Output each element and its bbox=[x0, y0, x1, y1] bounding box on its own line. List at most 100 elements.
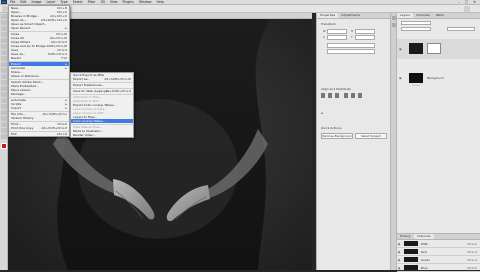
clone-stamp-tool[interactable] bbox=[0, 68, 7, 73]
export-menu-item-color-lookup-tables[interactable]: Color Lookup Tables... bbox=[71, 119, 133, 123]
x-field[interactable] bbox=[327, 35, 347, 40]
workspace-icon[interactable] bbox=[464, 6, 470, 12]
layer-mask-thumbnail[interactable] bbox=[427, 43, 441, 54]
width-field[interactable] bbox=[327, 29, 347, 34]
layer-row-layer1[interactable]: ◉ bbox=[397, 39, 480, 59]
eraser-tool[interactable] bbox=[0, 80, 7, 85]
visibility-eye-icon[interactable]: ◉ bbox=[397, 250, 401, 254]
file-menu-item-import[interactable]: Import ▸ bbox=[9, 106, 69, 110]
swatches-icon[interactable] bbox=[391, 23, 396, 27]
move-tool[interactable] bbox=[0, 14, 7, 19]
hand-tool[interactable] bbox=[0, 128, 7, 133]
file-menu-item-package[interactable]: Package... bbox=[9, 92, 69, 96]
brush-tool[interactable] bbox=[0, 62, 7, 67]
menu-layer[interactable]: Layer bbox=[47, 0, 56, 4]
marquee-tool[interactable] bbox=[0, 20, 7, 25]
layer-thumbnail bbox=[409, 43, 423, 54]
channel-row[interactable]: ◉ Blue Ctrl+5 bbox=[397, 264, 480, 272]
tab-adjustments[interactable]: Adjustments bbox=[338, 13, 363, 18]
visibility-eye-icon[interactable]: ◉ bbox=[397, 242, 401, 246]
menu-help[interactable]: Help bbox=[157, 0, 164, 4]
layer-row-background[interactable]: ◉ Background bbox=[397, 71, 480, 86]
align-buttons[interactable] bbox=[321, 93, 381, 99]
tab-paths[interactable]: Paths bbox=[433, 13, 447, 18]
menu-select[interactable]: Select bbox=[73, 0, 83, 4]
dodge-tool[interactable] bbox=[0, 98, 7, 103]
menu-item-label: Package... bbox=[11, 92, 27, 96]
visibility-eye-icon[interactable]: ◉ bbox=[397, 258, 401, 262]
menu-plugins[interactable]: Plugins bbox=[123, 0, 134, 4]
opacity-field[interactable] bbox=[447, 27, 475, 31]
menu-image[interactable]: Image bbox=[32, 0, 42, 4]
channel-shortcut: Ctrl+5 bbox=[467, 265, 477, 270]
menu-edit[interactable]: Edit bbox=[20, 0, 26, 4]
menu-item-label: Color Lookup Tables... bbox=[73, 119, 106, 123]
menu-view[interactable]: View bbox=[110, 0, 118, 4]
remove-background-button[interactable]: Remove Background bbox=[321, 133, 353, 139]
menu-type[interactable]: Type bbox=[60, 0, 67, 4]
angle-field[interactable] bbox=[327, 43, 375, 48]
y-field[interactable] bbox=[355, 35, 375, 40]
export-menu-item-export-preferences[interactable]: Export Preferences... bbox=[71, 83, 133, 87]
export-menu-item-save-for-web-legacy[interactable]: Save for Web (Legacy)... Alt+Shift+Ctrl+S bbox=[71, 89, 133, 93]
channel-row[interactable]: ◉ RGB Ctrl+2 bbox=[397, 240, 480, 248]
layer-filter[interactable] bbox=[401, 21, 431, 25]
channel-name: RGB bbox=[421, 241, 428, 246]
zoom-tool[interactable] bbox=[0, 134, 7, 139]
menu-file[interactable]: File bbox=[10, 0, 15, 4]
quick-select-tool[interactable] bbox=[0, 32, 7, 37]
visibility-eye-icon[interactable]: ◉ bbox=[397, 266, 401, 270]
history-brush-tool[interactable] bbox=[0, 74, 7, 79]
path-select-tool[interactable] bbox=[0, 116, 7, 121]
shape-tool[interactable] bbox=[0, 122, 7, 127]
tab-layers[interactable]: Layers bbox=[397, 13, 413, 18]
export-menu-item-render-video[interactable]: Render Video... bbox=[71, 133, 133, 137]
type-tool[interactable] bbox=[0, 110, 7, 115]
tab-channels[interactable]: Channels bbox=[413, 234, 434, 239]
gradient-tool[interactable] bbox=[0, 86, 7, 91]
eyedropper-tool[interactable] bbox=[0, 50, 7, 55]
blur-tool[interactable] bbox=[0, 92, 7, 97]
channel-row[interactable]: ◉ Green Ctrl+4 bbox=[397, 256, 480, 264]
menu-window[interactable]: Window bbox=[139, 0, 152, 4]
file-menu-item-print-one-copy[interactable]: Print One Copy Alt+Shift+Ctrl+P bbox=[9, 126, 69, 130]
tab-history[interactable]: History bbox=[397, 234, 414, 239]
crop-tool[interactable] bbox=[0, 38, 7, 43]
pen-tool[interactable] bbox=[0, 104, 7, 109]
foreground-color-swatch[interactable] bbox=[0, 143, 7, 149]
visibility-eye-icon[interactable]: ◉ bbox=[399, 47, 402, 51]
file-menu-item-exit[interactable]: Exit Ctrl+Q bbox=[9, 132, 69, 136]
menu-item-label: Export Preferences... bbox=[73, 83, 105, 87]
window-controls: – □ ✕ bbox=[458, 0, 480, 4]
menu-item-label: Print One Copy bbox=[11, 126, 34, 130]
minimize-icon[interactable]: – bbox=[458, 0, 460, 4]
export-menu-item-export-as[interactable]: Export As... Alt+Shift+Ctrl+W bbox=[71, 77, 133, 81]
channel-row[interactable]: ◉ Red Ctrl+3 bbox=[397, 248, 480, 256]
file-menu-item-revert[interactable]: Revert F12 bbox=[9, 56, 69, 60]
history-icon[interactable] bbox=[391, 16, 396, 20]
x-label: X bbox=[323, 35, 325, 39]
align-heading: Align and Distribute bbox=[321, 87, 351, 91]
healing-tool[interactable] bbox=[0, 56, 7, 61]
search-icon[interactable] bbox=[455, 6, 461, 21]
lasso-tool[interactable] bbox=[0, 26, 7, 31]
menu-filter[interactable]: Filter bbox=[88, 0, 96, 4]
file-menu-item-version-history[interactable]: Version History bbox=[9, 116, 69, 120]
tab-properties[interactable]: Properties bbox=[317, 13, 339, 18]
file-menu-item-share-on-behance[interactable]: Share on Behance... bbox=[9, 74, 69, 78]
flip-field[interactable] bbox=[327, 49, 375, 54]
channel-thumbnail bbox=[404, 265, 418, 270]
align-sub: ≡ bbox=[321, 111, 324, 115]
file-menu-item-open-recent[interactable]: Open Recent ▸ bbox=[9, 26, 69, 30]
maximize-icon[interactable]: □ bbox=[465, 0, 468, 4]
photoshop-logo: Ps bbox=[1, 0, 7, 4]
frame-tool[interactable] bbox=[0, 44, 7, 49]
select-subject-button[interactable]: Select Subject bbox=[355, 133, 387, 139]
close-icon[interactable]: ✕ bbox=[473, 0, 476, 4]
channel-thumbnail bbox=[404, 257, 418, 262]
menu-3d[interactable]: 3D bbox=[100, 0, 104, 4]
tab-channels-top[interactable]: Channels bbox=[413, 13, 433, 18]
height-field[interactable] bbox=[355, 29, 375, 34]
visibility-eye-icon[interactable]: ◉ bbox=[399, 76, 402, 80]
blend-mode-dropdown[interactable] bbox=[401, 27, 431, 31]
